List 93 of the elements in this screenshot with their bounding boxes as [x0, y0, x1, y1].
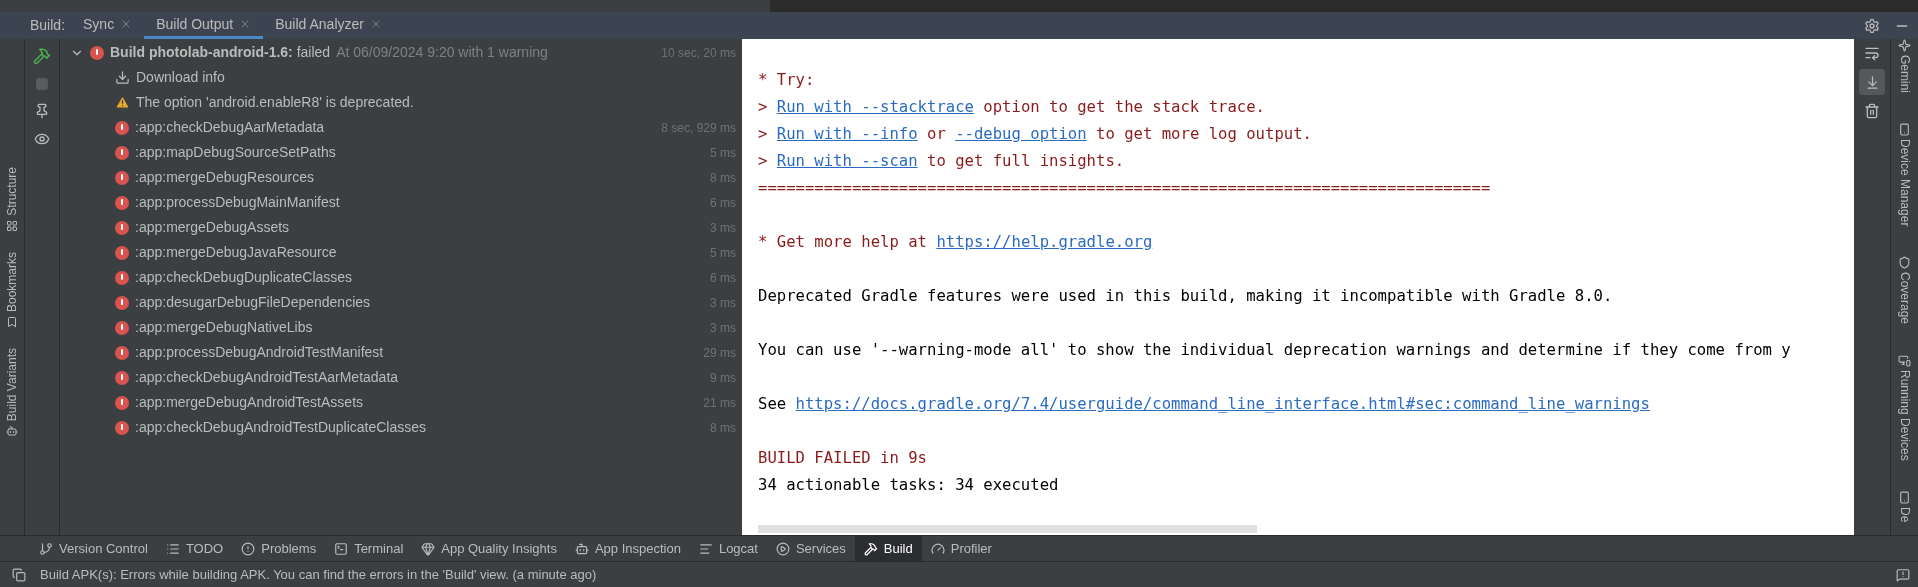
console-text: You can use '--warning-mode all' to show the individual deprecation warnings and determine if they come from y — [758, 340, 1791, 361]
settings-icon[interactable] — [1864, 17, 1880, 34]
error-icon — [115, 320, 129, 335]
tool-tab[interactable]: TODO — [156, 536, 233, 561]
console-text: BUILD FAILED in 9s — [758, 448, 927, 469]
robot-icon — [574, 541, 589, 556]
tree-row[interactable]: The option 'android.enableR8' is deprecated. — [60, 90, 736, 115]
error-icon — [115, 195, 129, 210]
console-link[interactable]: Run with --info — [776, 121, 918, 148]
alert-icon — [241, 541, 256, 556]
error-icon — [115, 345, 129, 360]
tree-row[interactable]: Download info — [60, 65, 736, 90]
tool-window-button[interactable]: Structure — [3, 167, 21, 216]
tool-window-button[interactable]: Running Devices — [1895, 370, 1914, 462]
devices-icon[interactable] — [1898, 354, 1911, 368]
build-title: Build photolab-android-1.6: failed — [110, 43, 331, 62]
tool-tab[interactable]: Version Control — [30, 536, 157, 561]
tool-tab[interactable]: App Quality Insights — [412, 536, 566, 561]
header-label: Build: — [30, 16, 66, 35]
console-text: > — [758, 124, 768, 145]
warning-icon — [115, 95, 130, 110]
console-text: See — [758, 394, 787, 415]
list-icon — [165, 541, 180, 556]
console-text: to get full insights. — [927, 151, 1125, 172]
error-icon — [115, 170, 129, 185]
error-icon — [115, 220, 129, 235]
terminal-icon — [334, 541, 349, 556]
tool-tab[interactable]: Profiler — [921, 536, 1001, 561]
console-text: > — [758, 151, 768, 172]
tool-tab[interactable]: Services — [766, 536, 855, 561]
console-link[interactable]: --debug option — [955, 121, 1087, 148]
soft-wrap-icon[interactable] — [1864, 45, 1880, 61]
tool-tab[interactable]: Terminal — [325, 536, 413, 561]
tab[interactable]: Sync — [71, 12, 145, 39]
eye-icon[interactable] — [34, 131, 50, 147]
console-link[interactable]: Run with --stacktrace — [776, 94, 974, 121]
tool-window-button[interactable]: Bookmarks — [3, 251, 21, 312]
tab[interactable]: Build Output — [144, 12, 264, 39]
tool-window-button[interactable]: Gemini — [1895, 55, 1914, 93]
error-icon — [115, 395, 129, 410]
hammer-icon[interactable] — [33, 47, 51, 65]
scroll-to-end-button[interactable] — [1859, 69, 1885, 95]
structure-icon[interactable] — [6, 219, 18, 232]
status-message: Build APK(s): Errors while building APK. You can find the errors in the 'Build' view. (a minute ago) — [40, 565, 597, 584]
layout-icon[interactable] — [12, 567, 26, 582]
phone-icon[interactable] — [1898, 491, 1911, 505]
tool-tab[interactable]: Problems — [232, 536, 326, 561]
console-link[interactable]: https://help.gradle.org — [936, 229, 1153, 256]
console-text: * Try: — [758, 70, 815, 91]
phone-icon[interactable] — [1898, 123, 1911, 136]
error-icon — [90, 45, 104, 60]
tool-tab[interactable]: App Inspection — [565, 536, 690, 561]
download-icon — [115, 70, 130, 85]
tool-tab[interactable]: Build — [854, 536, 922, 561]
build-detail: At 06/09/2024 9:20 with 1 warning — [336, 43, 548, 62]
error-icon — [115, 295, 129, 310]
console-text: * Get more help at — [758, 232, 927, 253]
console-text: option to get the stack trace. — [983, 97, 1265, 118]
branch-icon — [39, 541, 53, 556]
tool-window-button[interactable]: Build Variants — [3, 347, 21, 421]
error-icon — [115, 145, 129, 160]
error-icon — [115, 120, 129, 135]
hammer-icon — [863, 541, 878, 556]
trash-icon[interactable] — [1864, 103, 1880, 119]
console-link[interactable]: Run with --scan — [776, 148, 918, 175]
gauge-icon — [930, 541, 945, 556]
console-text: ============================================================================== — [758, 178, 1491, 199]
console-text: or — [927, 124, 946, 145]
bookmark-icon[interactable] — [6, 315, 18, 328]
stop-icon — [35, 77, 49, 91]
tool-window-button[interactable]: Coverage — [1895, 272, 1914, 325]
tool-tab[interactable]: Logcat — [689, 536, 767, 561]
error-icon — [115, 420, 129, 435]
tab[interactable]: Build Analyzer — [263, 12, 394, 39]
robot-icon[interactable] — [6, 424, 18, 437]
pin-icon[interactable] — [34, 103, 50, 119]
sparkle-icon[interactable] — [1898, 39, 1911, 52]
error-icon — [115, 370, 129, 385]
tool-window-button[interactable]: De — [1895, 507, 1914, 523]
error-icon — [115, 270, 129, 285]
play-icon — [775, 541, 790, 556]
error-icon — [115, 245, 129, 260]
console-text: 34 actionable tasks: 34 executed — [758, 475, 1059, 496]
console-text: to get more log output. — [1096, 124, 1312, 145]
gem-icon — [421, 541, 436, 556]
lines-icon — [698, 541, 713, 556]
console-text: Deprecated Gradle features were used in this build, making it incompatible with Gradle 8.0. — [758, 286, 1613, 307]
horizontal-scrollbar[interactable] — [758, 525, 1257, 533]
console-text: > — [758, 97, 768, 118]
notification-icon[interactable] — [1896, 567, 1910, 582]
tool-window-button[interactable]: Device Manager — [1895, 139, 1914, 227]
shield-icon[interactable] — [1898, 256, 1911, 270]
console-link[interactable]: https://docs.gradle.org/7.4/userguide/command_line_interface.html#sec:command_line_warnings — [795, 391, 1650, 418]
